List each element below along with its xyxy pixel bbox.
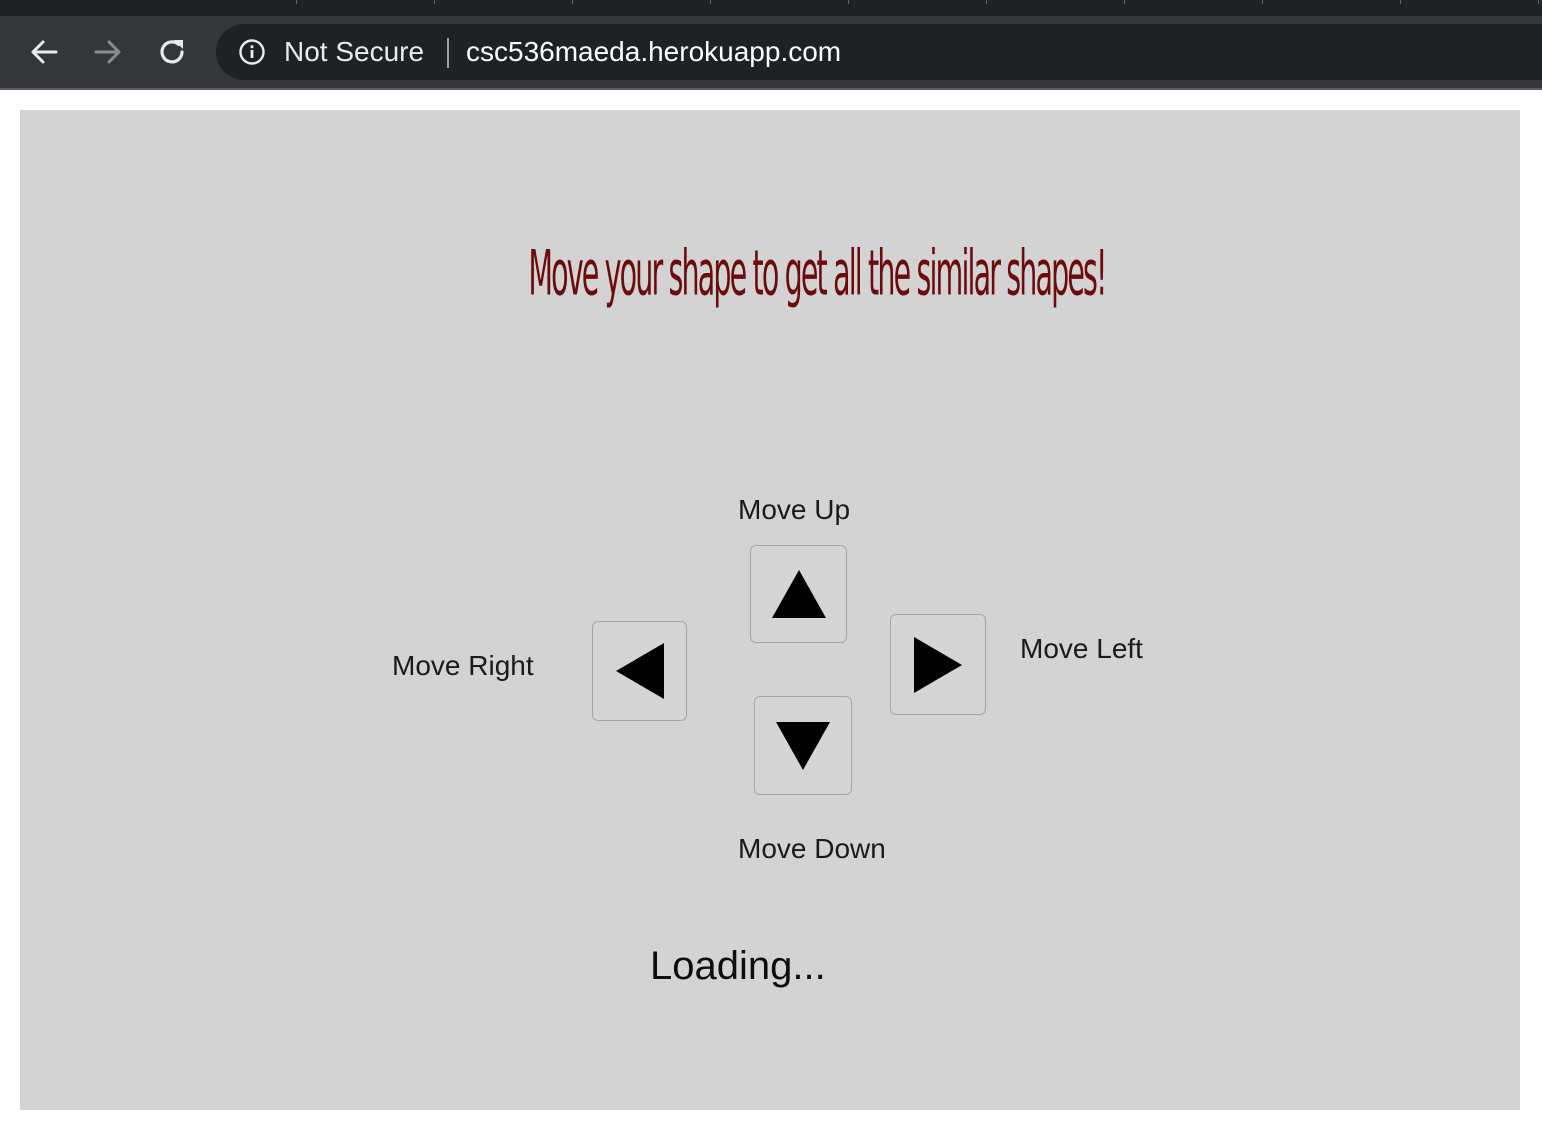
left-arrow-button[interactable] xyxy=(592,621,687,721)
browser-toolbar: Not Secure csc536maeda.herokuapp.com xyxy=(0,16,1542,88)
tab-separator xyxy=(1262,0,1263,4)
triangle-down-icon xyxy=(776,721,830,770)
move-up-label: Move Up xyxy=(738,494,851,525)
toolbar-border xyxy=(0,88,1542,90)
reload-button[interactable] xyxy=(152,32,192,72)
security-status-label[interactable]: Not Secure xyxy=(284,37,424,67)
tab-strip xyxy=(0,0,1542,16)
move-right-label: Move Right xyxy=(392,650,534,681)
tab-separator xyxy=(710,0,711,4)
tab-separator xyxy=(434,0,435,4)
triangle-up-icon xyxy=(771,570,826,618)
forward-arrow-icon xyxy=(94,40,121,64)
address-bar[interactable]: Not Secure csc536maeda.herokuapp.com xyxy=(216,24,1542,80)
triangle-right-icon xyxy=(914,636,962,693)
move-down-label: Move Down xyxy=(738,833,886,864)
move-up-button[interactable] xyxy=(750,545,847,643)
back-button[interactable] xyxy=(24,32,64,72)
tab-separator xyxy=(1124,0,1125,4)
omnibox-divider xyxy=(447,38,449,68)
url-text[interactable]: csc536maeda.herokuapp.com xyxy=(466,37,841,67)
tab-separator xyxy=(572,0,573,4)
move-down-button[interactable] xyxy=(754,696,852,795)
game-instruction: Move your shape to get all the similar s… xyxy=(528,236,1107,310)
tab-separator xyxy=(1538,0,1539,4)
browser-chrome: Not Secure csc536maeda.herokuapp.com xyxy=(0,0,1542,90)
loading-status: Loading... xyxy=(650,944,826,988)
tab-separator xyxy=(296,0,297,4)
forward-button[interactable] xyxy=(88,32,128,72)
back-arrow-icon xyxy=(31,40,58,64)
tab-separator xyxy=(1400,0,1401,4)
move-left-label: Move Left xyxy=(1020,633,1143,664)
info-icon[interactable] xyxy=(238,38,266,66)
reload-icon xyxy=(160,40,184,64)
tab-separator xyxy=(848,0,849,4)
tab-separator xyxy=(986,0,987,4)
triangle-left-icon xyxy=(615,643,664,699)
right-arrow-button[interactable] xyxy=(890,614,986,715)
